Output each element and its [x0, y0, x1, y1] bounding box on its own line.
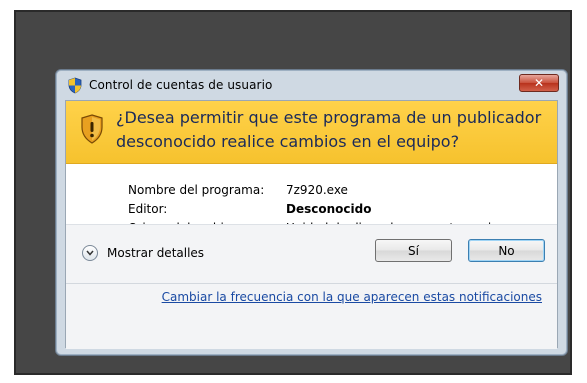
no-button[interactable]: No — [468, 239, 545, 262]
program-name-value: 7z920.exe — [286, 183, 348, 197]
prompt-question: ¿Desea permitir que este programa de un … — [116, 106, 546, 154]
show-details-label: Mostrar detalles — [107, 246, 205, 260]
warning-shield-icon — [81, 114, 103, 144]
dialog-footer: Mostrar detalles Sí No Cambiar la frecue… — [66, 224, 557, 349]
close-icon: ✕ — [533, 76, 545, 90]
uac-shield-icon — [68, 77, 82, 94]
uac-dialog: Control de cuentas de usuario ✕ ¿Desea p… — [55, 69, 568, 356]
desktop-background: Control de cuentas de usuario ✕ ¿Desea p… — [14, 10, 572, 375]
prompt-line-1: ¿Desea permitir que este programa de un … — [116, 108, 542, 127]
prompt-line-2: desconocido realice cambios en el equipo… — [116, 132, 460, 151]
program-name-label: Nombre del programa: — [128, 183, 265, 197]
yes-button[interactable]: Sí — [375, 239, 452, 262]
program-name-row: Nombre del programa: 7z920.exe — [128, 181, 506, 200]
show-details-expander[interactable]: Mostrar detalles — [82, 245, 204, 261]
window-title: Control de cuentas de usuario — [89, 78, 273, 92]
notification-settings-link[interactable]: Cambiar la frecuencia con la que aparece… — [162, 290, 542, 304]
chevron-down-icon — [82, 245, 98, 261]
publisher-value: Desconocido — [286, 202, 372, 216]
dialog-content: ¿Desea permitir que este programa de un … — [65, 100, 558, 349]
footer-divider — [66, 283, 557, 284]
publisher-row: Editor: Desconocido — [128, 200, 506, 219]
title-bar: Control de cuentas de usuario ✕ — [56, 70, 567, 100]
close-button[interactable]: ✕ — [519, 74, 559, 92]
publisher-label: Editor: — [128, 202, 168, 216]
warning-banner: ¿Desea permitir que este programa de un … — [66, 101, 557, 164]
